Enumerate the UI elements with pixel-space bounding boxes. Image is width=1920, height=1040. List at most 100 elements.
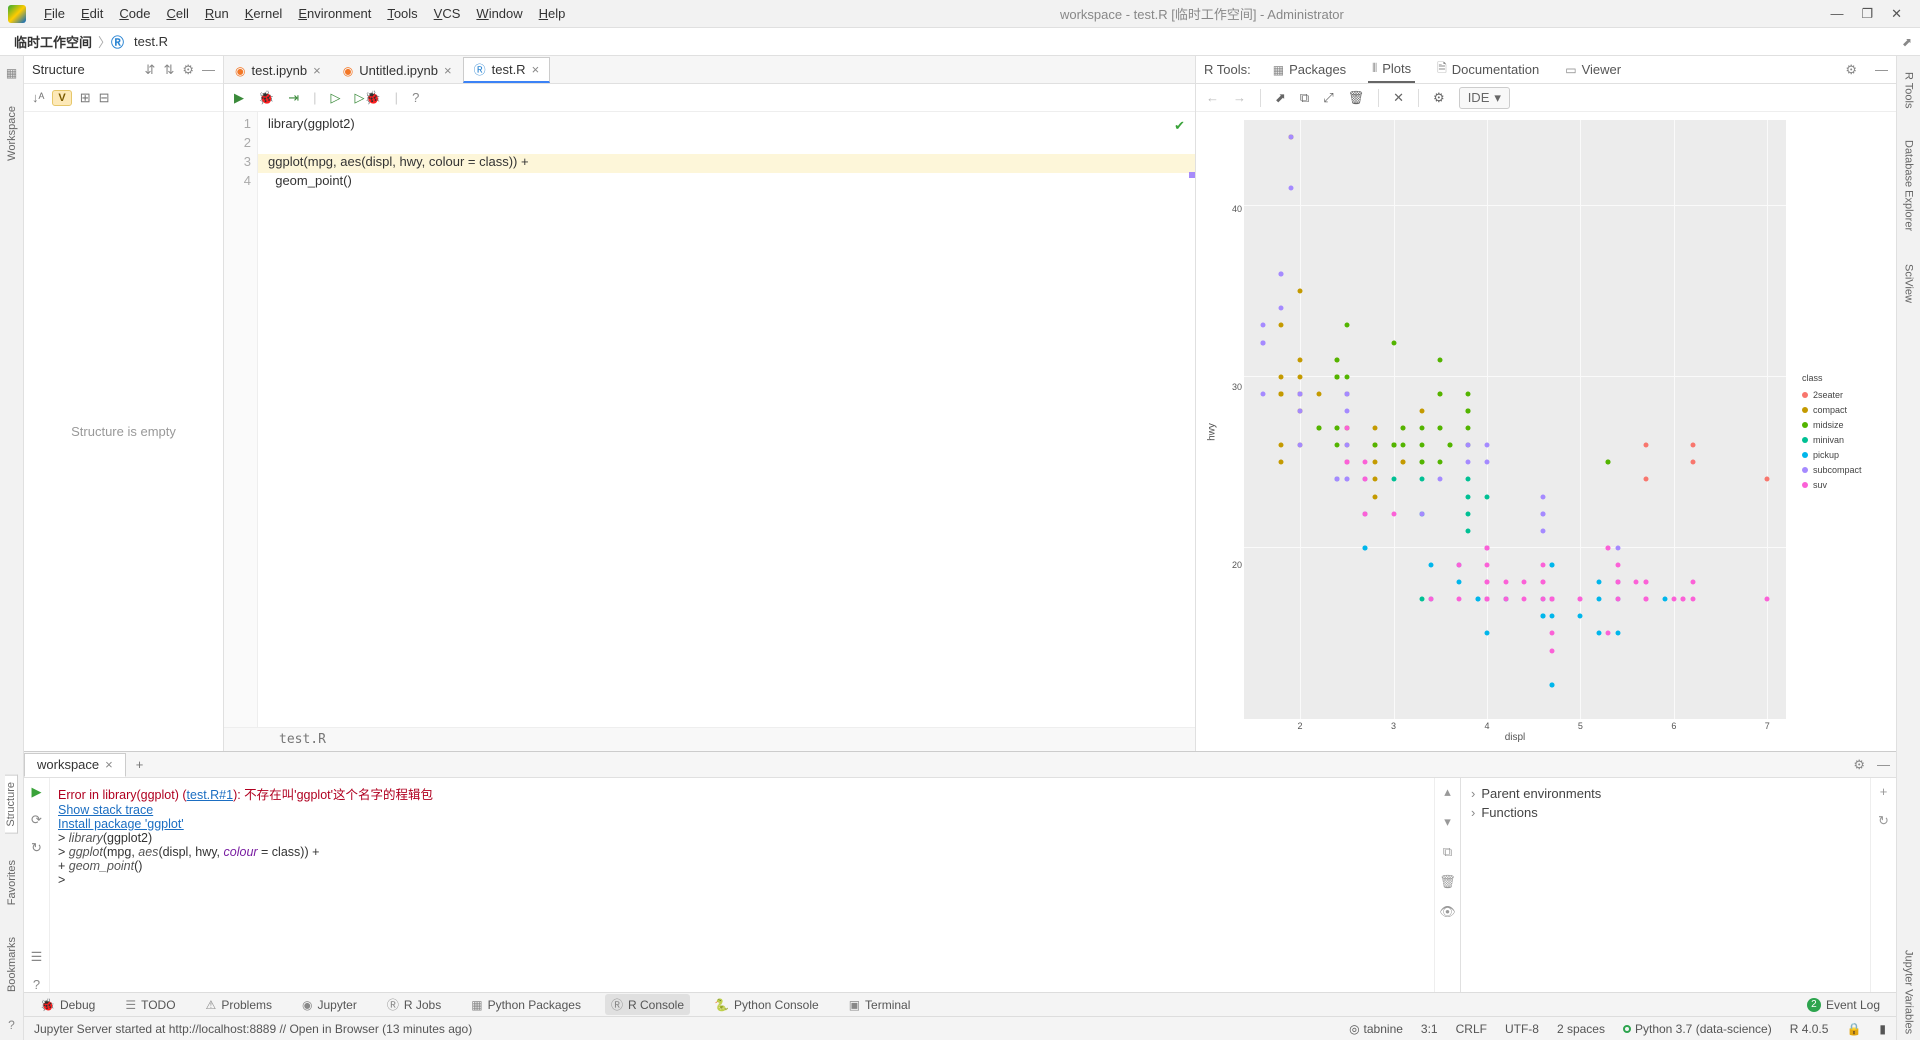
graphics-device-dropdown[interactable]: IDE ▾ bbox=[1459, 87, 1510, 109]
variables-badge[interactable]: V bbox=[52, 90, 71, 106]
run-selection-icon[interactable]: ⇥ bbox=[288, 90, 299, 106]
trash-icon[interactable]: 🗑 bbox=[1348, 90, 1365, 106]
debug-to-cursor-icon[interactable]: ▷🐞 bbox=[354, 90, 380, 106]
memory-icon[interactable]: ▮ bbox=[1879, 1022, 1886, 1036]
view-icon[interactable]: 👁 bbox=[1439, 904, 1456, 920]
editor-tab-test-R[interactable]: Ⓡtest.R× bbox=[463, 57, 551, 83]
close-tab-icon[interactable]: × bbox=[313, 63, 321, 78]
expand-icon[interactable]: ⇵ bbox=[145, 62, 156, 78]
event-log-button[interactable]: 2Event Log bbox=[1801, 996, 1886, 1014]
prev-plot-icon[interactable]: ← bbox=[1206, 90, 1219, 105]
bottom-tab-terminal[interactable]: ▣Terminal bbox=[843, 996, 917, 1014]
menu-window[interactable]: Window bbox=[468, 6, 530, 21]
bottom-tab-r-console[interactable]: ⓇR Console bbox=[605, 994, 690, 1015]
collapse-icon[interactable]: ⇅ bbox=[163, 62, 174, 78]
new-console-icon[interactable]: + bbox=[126, 757, 154, 772]
scroll-down-icon[interactable]: ▾ bbox=[1444, 814, 1451, 830]
rail-jupyter-vars[interactable]: Jupyter Variables bbox=[1903, 944, 1915, 1040]
copy-output-icon[interactable]: ⧉ bbox=[1443, 844, 1452, 860]
add-env-icon[interactable]: + bbox=[1880, 784, 1888, 799]
gear-icon[interactable]: ⚙ bbox=[1847, 757, 1871, 773]
rtools-tab-packages[interactable]: ▦Packages bbox=[1269, 56, 1350, 83]
hide-icon[interactable]: — bbox=[202, 62, 215, 78]
restart-icon[interactable]: ↻ bbox=[31, 840, 42, 856]
help-icon[interactable]: ? bbox=[8, 1018, 15, 1032]
rail-r-tools[interactable]: R Tools bbox=[1903, 66, 1915, 114]
help-icon[interactable]: ? bbox=[33, 977, 40, 992]
menu-tools[interactable]: Tools bbox=[379, 6, 425, 21]
env-row[interactable]: ›Functions bbox=[1471, 803, 1860, 822]
bottom-tab-python-console[interactable]: 🐍Python Console bbox=[708, 996, 825, 1014]
console-tab-workspace[interactable]: workspace × bbox=[24, 753, 126, 777]
menu-cell[interactable]: Cell bbox=[158, 6, 196, 21]
breadcrumb-root[interactable]: 临时工作空间 bbox=[8, 32, 98, 51]
breadcrumb-file[interactable]: test.R bbox=[128, 34, 174, 49]
run-icon[interactable]: ▶ bbox=[234, 90, 244, 106]
bottom-tab-todo[interactable]: ☰TODO bbox=[119, 996, 181, 1014]
editor-tab-Untitled-ipynb[interactable]: ◉Untitled.ipynb× bbox=[332, 57, 463, 83]
scroll-up-icon[interactable]: ▴ bbox=[1444, 784, 1451, 800]
rail-workspace[interactable]: Workspace bbox=[6, 100, 18, 167]
copy-icon[interactable]: ⧉ bbox=[1300, 90, 1309, 106]
debug-icon[interactable]: 🐞 bbox=[258, 90, 274, 106]
close-tab-icon[interactable]: × bbox=[105, 757, 113, 772]
caret-position[interactable]: 3:1 bbox=[1421, 1022, 1438, 1036]
gear-icon[interactable]: ⚙ bbox=[182, 62, 194, 78]
sort-icon[interactable]: ↓ᴬ bbox=[32, 90, 44, 105]
minimize-icon[interactable]: — bbox=[1830, 6, 1843, 22]
file-encoding[interactable]: UTF-8 bbox=[1505, 1022, 1539, 1036]
history-icon[interactable]: ⟳ bbox=[31, 812, 42, 828]
menu-vcs[interactable]: VCS bbox=[426, 6, 469, 21]
maximize-icon[interactable]: ❐ bbox=[1861, 6, 1873, 22]
python-interpreter[interactable]: Python 3.7 (data-science) bbox=[1623, 1022, 1772, 1036]
close-tab-icon[interactable]: × bbox=[532, 62, 540, 77]
open-external-icon[interactable]: ⬈ bbox=[1902, 35, 1912, 49]
menu-code[interactable]: Code bbox=[111, 6, 158, 21]
env-row[interactable]: ›Parent environments bbox=[1471, 784, 1860, 803]
bottom-tab-python-packages[interactable]: ▦Python Packages bbox=[465, 996, 587, 1014]
hide-console-icon[interactable]: — bbox=[1871, 757, 1896, 772]
refresh-env-icon[interactable]: ↻ bbox=[1878, 813, 1889, 829]
help-context-icon[interactable]: ? bbox=[412, 90, 419, 105]
r-console[interactable]: Error in library(ggplot) (test.R#1): 不存在… bbox=[50, 778, 1434, 992]
menu-run[interactable]: Run bbox=[197, 6, 237, 21]
lock-icon[interactable]: 🔒 bbox=[1846, 1022, 1861, 1036]
menu-edit[interactable]: Edit bbox=[73, 6, 111, 21]
r-interpreter[interactable]: R 4.0.5 bbox=[1790, 1022, 1829, 1036]
menu-help[interactable]: Help bbox=[531, 6, 574, 21]
delete-output-icon[interactable]: 🗑 bbox=[1439, 874, 1456, 890]
rtools-tab-viewer[interactable]: ▭Viewer bbox=[1561, 56, 1625, 83]
close-icon[interactable]: ✕ bbox=[1891, 6, 1902, 22]
rtools-tab-plots[interactable]: ⫴Plots bbox=[1368, 56, 1415, 83]
rail-favorites[interactable]: Favorites bbox=[6, 854, 18, 911]
menu-environment[interactable]: Environment bbox=[290, 6, 379, 21]
next-plot-icon[interactable]: → bbox=[1233, 90, 1246, 105]
run-to-cursor-icon[interactable]: ▷ bbox=[330, 90, 340, 106]
run-icon[interactable]: ▶ bbox=[32, 784, 42, 800]
gear-icon[interactable]: ⚙ bbox=[1845, 62, 1857, 78]
code-editor[interactable]: 1234 ✔ library(ggplot2)ggplot(mpg, aes(d… bbox=[224, 112, 1195, 727]
project-icon[interactable]: ▦ bbox=[6, 66, 17, 80]
hide-panel-icon[interactable]: — bbox=[1875, 62, 1888, 77]
export-icon[interactable]: ⬈ bbox=[1275, 90, 1286, 106]
editor-tab-test-ipynb[interactable]: ◉test.ipynb× bbox=[224, 57, 332, 83]
indent-setting[interactable]: 2 spaces bbox=[1557, 1022, 1605, 1036]
close-tab-icon[interactable]: × bbox=[444, 63, 452, 78]
rtools-tab-documentation[interactable]: 🗎Documentation bbox=[1433, 56, 1543, 83]
tabnine-status[interactable]: ◎ tabnine bbox=[1349, 1022, 1403, 1036]
zoom-icon[interactable]: ⤢ bbox=[1323, 90, 1333, 106]
menu-file[interactable]: File bbox=[36, 6, 73, 21]
bottom-tab-r-jobs[interactable]: ⓇR Jobs bbox=[381, 994, 447, 1015]
clear-icon[interactable]: ✕ bbox=[1393, 90, 1404, 106]
tree-expand-icon[interactable]: ⊞ bbox=[80, 90, 91, 106]
rail-structure[interactable]: Structure bbox=[5, 775, 18, 834]
plot-settings-icon[interactable]: ⚙ bbox=[1433, 90, 1445, 106]
bottom-tab-jupyter[interactable]: ◉Jupyter bbox=[296, 996, 363, 1014]
rail-sciview[interactable]: SciView bbox=[1903, 258, 1915, 309]
menu-kernel[interactable]: Kernel bbox=[237, 6, 291, 21]
rail-database[interactable]: Database Explorer bbox=[1903, 134, 1915, 237]
rail-bookmarks[interactable]: Bookmarks bbox=[6, 931, 18, 998]
bottom-tab-problems[interactable]: ⚠Problems bbox=[200, 996, 278, 1014]
bottom-tab-debug[interactable]: 🐞Debug bbox=[34, 996, 101, 1014]
line-ending[interactable]: CRLF bbox=[1456, 1022, 1487, 1036]
